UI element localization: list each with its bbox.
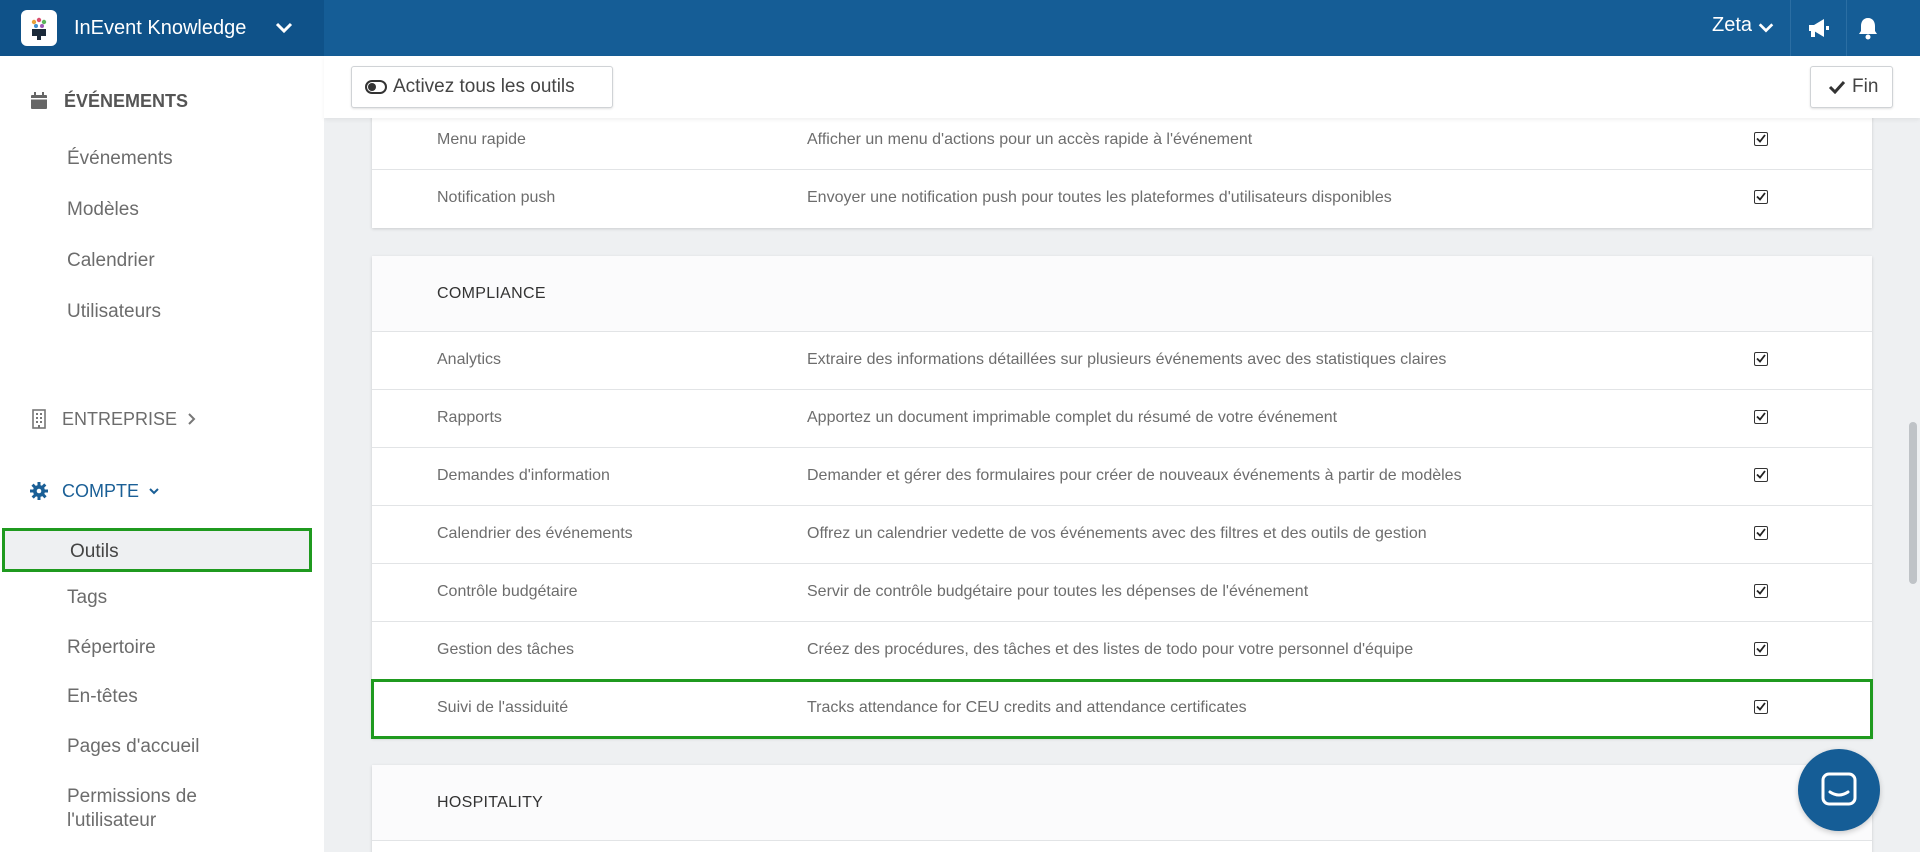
tool-row: Analytics Extraire des informations déta… — [372, 332, 1872, 390]
sidebar-section-account[interactable]: COMPTE — [28, 480, 160, 502]
hospitality-card: HOSPITALITY — [372, 765, 1872, 852]
calendar-icon — [28, 90, 50, 112]
action-bar: Activez tous les outils Fin — [324, 56, 1920, 118]
tools-card: Menu rapide Afficher un menu d'actions p… — [372, 112, 1872, 228]
sidebar-item-repertoire[interactable]: Répertoire — [67, 637, 156, 659]
tool-name: Analytics — [437, 351, 502, 368]
tool-description: Servir de contrôle budgétaire pour toute… — [807, 583, 1309, 600]
tool-name: Rapports — [437, 409, 502, 426]
tool-name: Suivi de l'assiduité — [437, 699, 569, 716]
tool-description: Apportez un document imprimable complet … — [807, 409, 1338, 426]
app-title: InEvent Knowledge — [74, 16, 247, 39]
sidebar-item-evenements[interactable]: Événements — [67, 148, 173, 170]
tool-row: Demandes d'information Demander et gérer… — [372, 448, 1872, 506]
tool-description: Offrez un calendrier vedette de vos évén… — [807, 525, 1427, 542]
sidebar-section-company[interactable]: ENTREPRISE — [28, 408, 197, 430]
sidebar-item-permissions[interactable]: Permissions de l'utilisateur — [67, 785, 197, 833]
tool-row: Gestion des tâches Créez des procédures,… — [372, 622, 1872, 680]
button-label: Fin — [1852, 76, 1879, 97]
chevron-right-icon — [187, 412, 197, 426]
button-label: Activez tous les outils — [393, 76, 575, 97]
chevron-down-icon — [148, 486, 160, 496]
sidebar: ÉVÉNEMENTS Événements Modèles Calendrier… — [0, 56, 324, 852]
enable-all-tools-button[interactable]: Activez tous les outils — [351, 66, 613, 108]
brand-switcher[interactable]: InEvent Knowledge — [0, 0, 324, 56]
tool-name: Notification push — [437, 189, 556, 206]
top-bar: InEvent Knowledge Zeta — [0, 0, 1920, 56]
tool-description: Envoyer une notification push pour toute… — [807, 189, 1392, 206]
tool-name: Gestion des tâches — [437, 641, 574, 658]
chevron-down-icon[interactable] — [1757, 18, 1775, 41]
tool-row: Calendrier des événements Offrez un cale… — [372, 506, 1872, 564]
divider — [1790, 0, 1791, 56]
sidebar-section-label: ENTREPRISE — [62, 408, 178, 429]
tool-row: Menu rapide Afficher un menu d'actions p… — [372, 112, 1872, 170]
tool-description: Tracks attendance for CEU credits and at… — [807, 699, 1247, 716]
chevron-down-icon[interactable] — [274, 17, 294, 42]
check-icon — [1828, 80, 1846, 94]
tool-name: Demandes d'information — [437, 467, 610, 484]
sidebar-section-label: ÉVÉNEMENTS — [64, 90, 189, 111]
user-menu[interactable]: Zeta — [1712, 14, 1752, 37]
sidebar-item-outils[interactable]: Outils — [2, 528, 312, 572]
scrollbar-thumb[interactable] — [1909, 422, 1917, 584]
sidebar-item-modeles[interactable]: Modèles — [67, 199, 139, 221]
sidebar-item-utilisateurs[interactable]: Utilisateurs — [67, 301, 161, 323]
tool-checkbox[interactable] — [1754, 132, 1768, 146]
tool-description: Afficher un menu d'actions pour un accès… — [807, 131, 1253, 148]
chat-launcher-button[interactable] — [1798, 749, 1880, 831]
building-icon — [28, 408, 50, 430]
sidebar-item-calendrier[interactable]: Calendrier — [67, 250, 155, 272]
sidebar-section-label: COMPTE — [62, 480, 140, 501]
tool-row: Rapports Apportez un document imprimable… — [372, 390, 1872, 448]
section-title: COMPLIANCE — [372, 256, 1872, 332]
tool-description: Demander et gérer des formulaires pour c… — [807, 467, 1462, 484]
tool-checkbox[interactable] — [1754, 352, 1768, 366]
tool-checkbox[interactable] — [1754, 700, 1768, 714]
finish-button[interactable]: Fin — [1810, 66, 1893, 108]
tool-description: Extraire des informations détaillées sur… — [807, 351, 1447, 368]
divider — [1846, 0, 1847, 56]
tool-name: Menu rapide — [437, 131, 526, 148]
gear-icon — [28, 480, 50, 502]
tool-checkbox[interactable] — [1754, 468, 1768, 482]
sidebar-item-en-tetes[interactable]: En-têtes — [67, 686, 138, 708]
sidebar-item-label: Outils — [70, 541, 119, 562]
tool-description: Créez des procédures, des tâches et des … — [807, 641, 1414, 658]
tool-checkbox[interactable] — [1754, 642, 1768, 656]
compliance-card: COMPLIANCE Analytics Extraire des inform… — [371, 256, 1873, 739]
section-title: HOSPITALITY — [372, 765, 1872, 841]
sidebar-section-events[interactable]: ÉVÉNEMENTS — [28, 90, 188, 112]
megaphone-icon[interactable] — [1806, 15, 1832, 46]
tool-row-highlighted: Suivi de l'assiduité Tracks attendance f… — [371, 679, 1873, 739]
sidebar-item-label: Permissions de — [67, 786, 197, 807]
app-logo — [21, 10, 57, 46]
sidebar-item-pages-accueil[interactable]: Pages d'accueil — [67, 736, 200, 758]
tool-checkbox[interactable] — [1754, 584, 1768, 598]
tool-checkbox[interactable] — [1754, 190, 1768, 204]
tool-row: Contrôle budgétaire Servir de contrôle b… — [372, 564, 1872, 622]
bell-icon[interactable] — [1856, 15, 1880, 46]
toggle-icon — [365, 80, 387, 94]
tool-checkbox[interactable] — [1754, 410, 1768, 424]
sidebar-item-tags[interactable]: Tags — [67, 587, 107, 609]
sidebar-item-label: l'utilisateur — [67, 810, 157, 831]
tool-name: Calendrier des événements — [437, 525, 633, 542]
tool-name: Contrôle budgétaire — [437, 583, 578, 600]
chat-icon — [1819, 770, 1859, 810]
tool-checkbox[interactable] — [1754, 526, 1768, 540]
tool-row: Notification push Envoyer une notificati… — [372, 170, 1872, 228]
